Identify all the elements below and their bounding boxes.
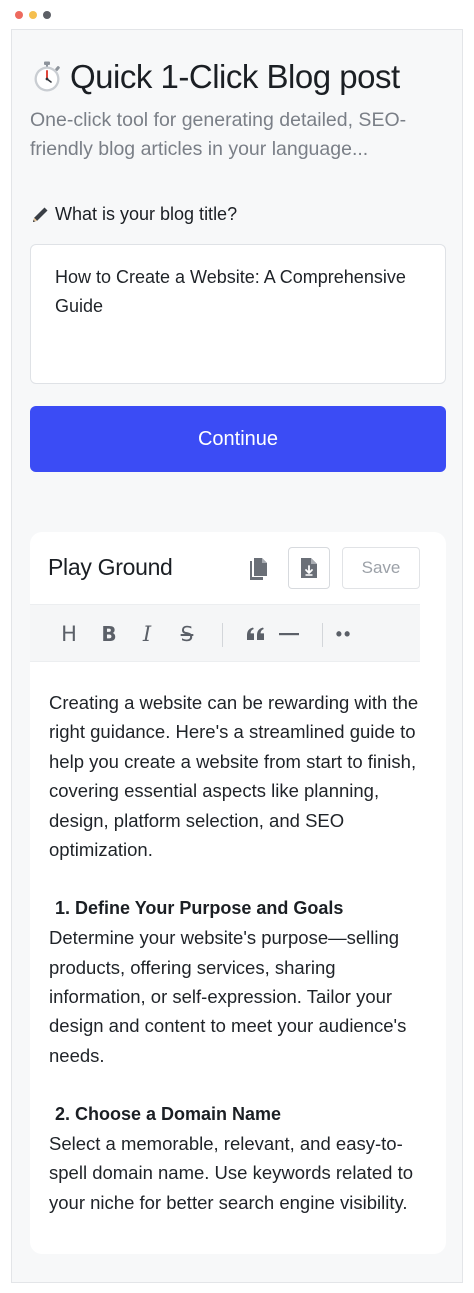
editor-content[interactable]: Creating a website can be rewarding with… [49,688,434,1217]
playground-card: Play Ground Save H B I S •• Creating a w… [30,532,446,1254]
intro-paragraph: Creating a website can be rewarding with… [49,692,419,861]
close-window-dot[interactable] [15,11,23,19]
blockquote-button[interactable] [244,619,268,649]
page-subtitle: One-click tool for generating detailed, … [30,109,407,160]
continue-button[interactable]: Continue [30,406,446,472]
horizontal-rule-button[interactable] [278,619,300,649]
section-heading: 2. Choose a Domain Name [55,1103,282,1124]
app-frame: Quick 1-Click Blog post One-click tool f… [11,29,463,1283]
section-body: Determine your website's purpose—selling… [49,927,407,1066]
more-options-button[interactable]: •• [334,619,354,649]
download-button[interactable] [288,547,330,589]
playground-title: Play Ground [48,554,173,580]
playground-header: Play Ground Save [30,532,446,604]
strikethrough-button[interactable]: S [176,619,198,649]
page-header: Quick 1-Click Blog post [30,58,452,96]
editor-toolbar: H B I S •• [30,604,420,662]
section-body: Select a memorable, relevant, and easy-t… [49,1133,414,1213]
pencil-icon [33,207,48,222]
maximize-window-dot[interactable] [43,11,51,19]
save-button[interactable]: Save [342,547,420,589]
toolbar-divider [322,623,323,647]
window-controls [15,11,51,19]
horizontal-rule-icon [279,633,299,636]
page-title: Quick 1-Click Blog post [70,58,400,95]
blog-title-value: How to Create a Website: A Comprehensive… [55,267,406,316]
blog-title-label: What is your blog title? [30,204,237,225]
minimize-window-dot[interactable] [29,11,37,19]
copy-button[interactable] [242,550,276,588]
blog-title-input[interactable]: How to Create a Website: A Comprehensive… [30,244,446,384]
download-icon [301,558,317,578]
italic-button[interactable]: I [136,619,158,649]
copy-icon [250,558,267,580]
section-heading: 1. Define Your Purpose and Goals [55,897,344,918]
quote-icon [247,627,264,640]
bold-button[interactable]: B [98,619,120,649]
blog-title-label-text: What is your blog title? [55,204,238,224]
heading-button[interactable]: H [58,619,80,649]
stopwatch-icon [34,61,60,92]
toolbar-divider [222,623,223,647]
